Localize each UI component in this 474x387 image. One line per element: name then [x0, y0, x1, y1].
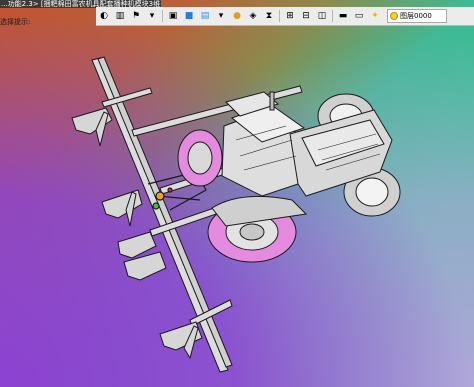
- stamp-icon[interactable]: ▣: [167, 10, 179, 22]
- shade-icon[interactable]: ▤: [199, 10, 211, 22]
- view-icon[interactable]: ◫: [316, 10, 328, 22]
- filter-icon[interactable]: ⧗: [263, 10, 275, 22]
- section-icon[interactable]: ⊟: [300, 10, 312, 22]
- bulb-icon[interactable]: ✦: [369, 10, 381, 22]
- tractor: [177, 91, 401, 263]
- line-weight-icon[interactable]: ▬: [337, 10, 349, 22]
- separator: [332, 10, 333, 22]
- align-icon[interactable]: ▥: [114, 10, 126, 22]
- separator: [162, 10, 163, 22]
- fill-icon[interactable]: ▭: [353, 10, 365, 22]
- sun-icon: [390, 12, 398, 20]
- layer-label: 图层0000: [400, 12, 432, 20]
- link-icon[interactable]: ⊞: [284, 10, 296, 22]
- command-prompt: 选择提示:: [0, 18, 31, 26]
- view-toolbar: ◐ ▥ ⚑ ▾ ▣ ■ ▤ ▾ ● ◈ ⧗ ⊞ ⊟ ◫ ▬ ▭ ✦ 图层0000: [96, 7, 474, 26]
- flag-icon[interactable]: ⚑: [130, 10, 142, 22]
- chevron-down-icon[interactable]: ▾: [146, 10, 158, 22]
- tractor-planter-model[interactable]: [0, 0, 474, 387]
- selection-icon[interactable]: ◈: [247, 10, 259, 22]
- separator: [279, 10, 280, 22]
- sphere-icon[interactable]: ●: [231, 10, 243, 22]
- dropdown-icon[interactable]: ▾: [215, 10, 227, 22]
- cube-icon[interactable]: ■: [183, 10, 195, 22]
- layer-dropdown[interactable]: 图层0000: [387, 9, 447, 23]
- color-wheel-icon[interactable]: ◐: [98, 10, 110, 22]
